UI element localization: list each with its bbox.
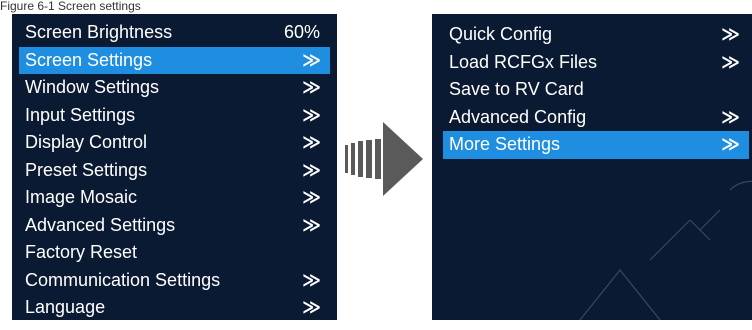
double-chevron-right-icon: ≫	[302, 132, 321, 152]
double-chevron-right-icon: ≫	[302, 49, 321, 70]
menu-item-label: More Settings	[449, 134, 561, 154]
submenu-panel: Quick Config ≫ Load RCFGx Files ≫ Save to RV…	[432, 14, 752, 320]
menu-item-label: Preset Settings	[25, 159, 148, 180]
menu-item-language[interactable]: Language ≫	[19, 294, 330, 322]
menu-item-label: Communication Settings	[25, 269, 221, 290]
menu-item-label: Screen Brightness	[25, 22, 173, 42]
menu-item-advanced-settings[interactable]: Advanced Settings ≫	[19, 212, 330, 240]
menu-item-communication-settings[interactable]: Communication Settings ≫	[19, 267, 330, 295]
menu-item-load-rcfgx-files[interactable]: Load RCFGx Files ≫	[443, 49, 749, 77]
submenu-list: Quick Config ≫ Load RCFGx Files ≫ Save to RV…	[443, 21, 749, 159]
menu-item-quick-config[interactable]: Quick Config ≫	[443, 21, 749, 49]
double-chevron-right-icon: ≫	[302, 77, 321, 97]
menu-item-more-settings[interactable]: More Settings ≫	[443, 131, 749, 159]
menu-item-screen-brightness[interactable]: Screen Brightness 60%	[19, 19, 330, 47]
double-chevron-right-icon: ≫	[302, 159, 321, 180]
menu-item-preset-settings[interactable]: Preset Settings ≫	[19, 157, 330, 185]
double-chevron-right-icon: ≫	[721, 134, 740, 154]
menu-item-window-settings[interactable]: Window Settings ≫	[19, 74, 330, 102]
menu-item-screen-settings[interactable]: Screen Settings ≫	[19, 46, 330, 74]
menu-item-label: Language	[25, 297, 106, 317]
double-chevron-right-icon: ≫	[302, 104, 321, 125]
figure-caption: Figure 6-1 Screen settings	[0, 0, 141, 13]
menu-item-label: Screen Settings	[25, 49, 153, 70]
double-chevron-right-icon: ≫	[302, 214, 321, 235]
menu-item-value: 60%	[283, 22, 320, 42]
menu-item-label: Factory Reset	[25, 242, 138, 262]
double-chevron-right-icon: ≫	[302, 297, 321, 317]
menu-item-label: Save to RV Card	[449, 79, 584, 99]
menu-item-label: Advanced Settings	[25, 214, 176, 235]
double-chevron-right-icon: ≫	[302, 269, 321, 290]
menu-item-label: Image Mosaic	[25, 187, 138, 207]
menu-item-label: Input Settings	[25, 104, 136, 125]
double-chevron-right-icon: ≫	[721, 24, 740, 44]
menu-item-label: Advanced Config	[449, 106, 587, 127]
main-menu-panel: Screen Brightness 60% Screen Settings ≫ Wind…	[12, 14, 337, 320]
menu-item-label: Window Settings	[25, 77, 160, 97]
menu-item-input-settings[interactable]: Input Settings ≫	[19, 102, 330, 130]
double-chevron-right-icon: ≫	[721, 51, 740, 72]
right-arrow-icon	[345, 122, 423, 196]
menu-item-save-to-rv-card[interactable]: Save to RV Card	[443, 76, 749, 104]
menu-item-label: Display Control	[25, 132, 148, 152]
double-chevron-right-icon: ≫	[302, 187, 321, 207]
menu-item-advanced-config[interactable]: Advanced Config ≫	[443, 104, 749, 132]
menu-item-label: Load RCFGx Files	[449, 51, 598, 72]
double-chevron-right-icon: ≫	[721, 106, 740, 127]
menu-item-label: Quick Config	[449, 24, 553, 44]
menu-item-display-control[interactable]: Display Control ≫	[19, 129, 330, 157]
menu-item-image-mosaic[interactable]: Image Mosaic ≫	[19, 184, 330, 212]
main-menu-list: Screen Brightness 60% Screen Settings ≫ Wind…	[19, 19, 330, 322]
menu-item-factory-reset[interactable]: Factory Reset	[19, 239, 330, 267]
